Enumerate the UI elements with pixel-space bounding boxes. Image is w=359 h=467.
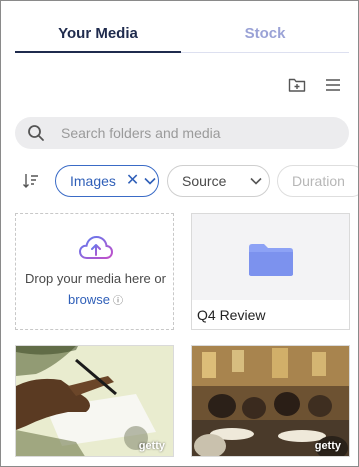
upload-drop-zone[interactable]: Drop your media here or browse ⓘ [15,213,174,330]
filter-chip-images[interactable]: Images ✕ [55,165,159,197]
filter-chip-source-label: Source [182,173,227,189]
folder-card[interactable]: Q4 Review [191,213,350,330]
chevron-down-icon [250,177,262,185]
info-icon[interactable]: ⓘ [113,296,123,307]
filter-chip-duration-label: Duration [292,173,345,189]
filter-chip-images-label: Images [70,173,116,189]
folder-name: Q4 Review [197,307,266,323]
media-thumbnail-restaurant[interactable]: getty [191,345,350,457]
filter-chip-source[interactable]: Source [167,165,270,197]
menu-button[interactable] [323,75,343,95]
folder-plus-icon [288,78,306,92]
media-thumbnail-signing[interactable]: getty [15,345,174,457]
hamburger-menu-icon [326,79,340,91]
getty-badge: getty [138,440,165,452]
chevron-down-icon [144,177,156,185]
browse-link[interactable]: browse ⓘ [16,292,175,307]
getty-badge: getty [314,440,341,452]
media-panel: Your Media Stock Images ✕ Source [0,0,359,467]
cloud-upload-icon [78,235,114,259]
folder-icon [249,244,293,276]
browse-link-label[interactable]: browse [68,292,110,307]
drop-zone-text: Drop your media here or [25,271,166,286]
sort-icon [23,174,38,188]
filter-chip-duration[interactable]: Duration [277,165,358,197]
sort-button[interactable] [21,171,41,191]
clear-filter-icon[interactable]: ✕ [126,166,139,196]
tab-stock[interactable]: Stock [181,21,349,53]
search-bar [15,117,349,149]
new-folder-button[interactable] [287,75,307,95]
tab-your-media[interactable]: Your Media [15,21,181,53]
folder-thumbnail [192,214,349,300]
search-input[interactable] [61,117,337,149]
search-icon [28,125,44,141]
media-tabs: Your Media Stock [15,21,349,53]
